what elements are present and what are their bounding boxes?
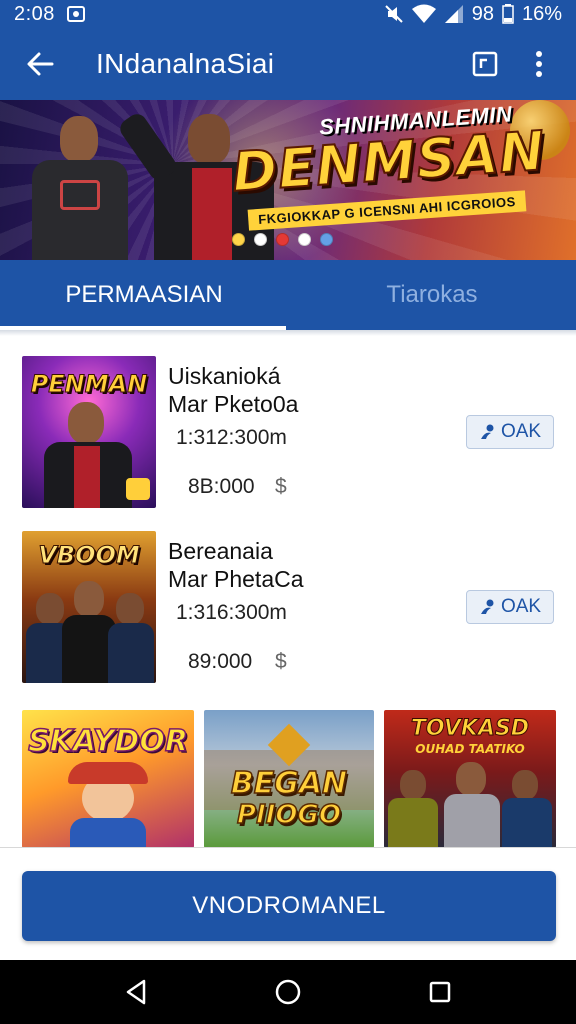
battery-percent: 16%: [521, 2, 562, 25]
mute-icon: [385, 5, 403, 23]
grid-card-title-line2: PIIOGO: [236, 799, 341, 831]
status-bar: 2:08 98 16%: [0, 0, 576, 28]
carousel-dot[interactable]: [276, 233, 289, 246]
more-vert-icon: [536, 51, 542, 77]
grid-card-title-line2: OUHAD TAATIKO: [415, 742, 525, 756]
system-nav-bar: [0, 960, 576, 1024]
notification-icon: [66, 6, 85, 22]
battery-icon: [502, 4, 514, 24]
list-item[interactable]: VBOOM Bereanaia Mar PhetaCa 1:316:300m 8…: [0, 525, 576, 685]
status-icons: 98 16%: [384, 3, 562, 26]
grid-card-tovkasd[interactable]: TOVKASD OUHAD TAATIKO: [384, 710, 556, 848]
more-options-button[interactable]: [512, 28, 566, 100]
item-price: 8B:000: [188, 475, 255, 498]
item-name-line1: Bereanaia: [168, 538, 273, 564]
carousel-dots: [232, 233, 333, 246]
item-name-line1: Uiskanioká: [168, 363, 281, 389]
square-action-button[interactable]: [458, 28, 512, 100]
oak-button[interactable]: OAK: [466, 415, 554, 449]
cell-signal-icon: [444, 5, 463, 23]
arrow-left-icon: [27, 52, 54, 76]
item-thumbnail[interactable]: VBOOM: [22, 531, 156, 683]
currency-icon: $: [275, 650, 287, 673]
item-price: 89:000: [188, 650, 253, 673]
screen: 2:08 98 16% INdanalnaSiai SHNIHMANLEMIN …: [0, 0, 576, 1024]
item-name-line2: Mar PhetaCa: [168, 566, 304, 592]
page-title: INdanalnaSiai: [96, 48, 275, 79]
square-recents-icon: [429, 981, 451, 1003]
signal-text: 98: [471, 2, 494, 25]
grid-card-title-line1: TOVKASD: [410, 716, 530, 742]
item-meta: 1:316:300m: [176, 601, 287, 624]
oak-button-label: OAK: [500, 596, 542, 617]
item-thumbnail[interactable]: PENMAN: [22, 356, 156, 508]
back-button[interactable]: [0, 28, 80, 100]
oak-button-label: OAK: [500, 421, 542, 442]
grid-card-title: SKAYDOR: [27, 723, 188, 760]
app-bar: INdanalnaSiai: [0, 28, 576, 100]
nav-home-button[interactable]: [258, 962, 318, 1022]
item-meta: 1:312:300m: [176, 426, 287, 449]
wifi-icon: [411, 4, 436, 23]
square-icon: [472, 51, 498, 77]
user-icon: [480, 599, 494, 614]
list-item[interactable]: PENMAN Uiskanioká Mar Pketo0a 1:312:300m…: [0, 350, 576, 510]
carousel-dot[interactable]: [254, 233, 267, 246]
circle-home-icon: [275, 979, 301, 1005]
grid-card-skaydor[interactable]: SKAYDOR: [22, 710, 194, 848]
nav-back-button[interactable]: [106, 962, 166, 1022]
tab-bar: PERMAASIAN Tiarokas: [0, 260, 576, 330]
nav-recents-button[interactable]: [410, 962, 470, 1022]
carousel-dot[interactable]: [232, 233, 245, 246]
thumbnail-title: PENMAN: [30, 370, 148, 399]
triangle-back-icon: [126, 979, 146, 1005]
oak-button[interactable]: OAK: [466, 590, 554, 624]
primary-cta-button[interactable]: VNODROMANEL: [22, 871, 556, 941]
user-icon: [480, 424, 494, 439]
currency-icon: $: [275, 475, 287, 498]
status-time: 2:08: [14, 2, 55, 25]
tab-shadow: [0, 330, 576, 336]
tab-tiarokas[interactable]: Tiarokas: [288, 260, 576, 330]
carousel-dot[interactable]: [320, 233, 333, 246]
grid-card-began[interactable]: BEGAN PIIOGO: [204, 710, 374, 848]
thumbnail-title: VBOOM: [38, 541, 141, 570]
carousel-dot[interactable]: [298, 233, 311, 246]
grid-card-title-line1: BEGAN: [230, 765, 348, 802]
item-name-line2: Mar Pketo0a: [168, 391, 299, 417]
tab-permaasian[interactable]: PERMAASIAN: [0, 260, 288, 330]
